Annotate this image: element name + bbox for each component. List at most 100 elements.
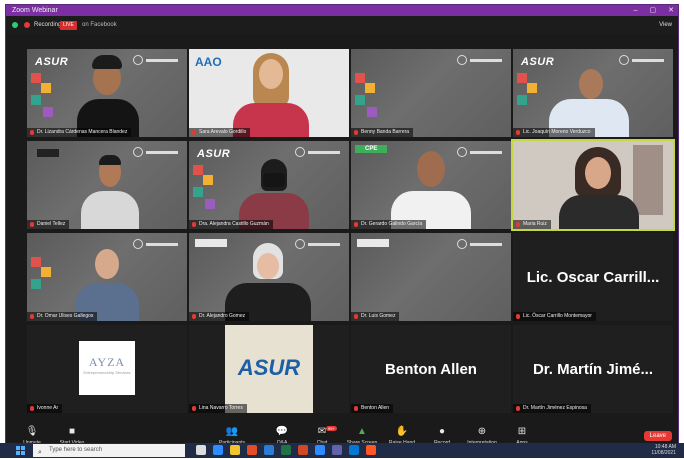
leave-button[interactable]: Leave: [643, 431, 672, 441]
sign-icon: [37, 149, 59, 157]
qa-icon: 💬: [275, 426, 289, 437]
teams-icon[interactable]: [332, 445, 342, 455]
participant-display-name: Lic. Oscar Carrill...: [526, 269, 660, 286]
title-bar: Zoom Webinar – ▢ ✕: [6, 5, 678, 16]
brand-logo-icon: [457, 239, 503, 251]
asur-logo: ASUR: [197, 148, 231, 160]
app-icon[interactable]: [366, 445, 376, 455]
video-tile[interactable]: Lic. Oscar Carrill... Lic. Óscar Carrill…: [513, 233, 673, 321]
muted-mic-icon: [30, 222, 34, 227]
edge-icon[interactable]: [213, 445, 223, 455]
video-tile-active-speaker[interactable]: Maria Ruiz: [511, 139, 675, 231]
taskbar-search-input[interactable]: ⌕ Type here to search: [33, 444, 185, 457]
logo-icon: [195, 239, 227, 247]
ayza-title: AYZA: [88, 355, 126, 369]
participant-video: [225, 241, 311, 321]
participant-name: Ivonne Ar: [27, 404, 63, 413]
participant-display-name: Dr. Martín Jimé...: [532, 361, 654, 378]
muted-mic-icon: [516, 314, 520, 319]
powerpoint-icon[interactable]: [298, 445, 308, 455]
brand-logo-icon: [133, 147, 179, 159]
zoom-icon[interactable]: [315, 445, 325, 455]
chrome-icon[interactable]: [247, 445, 257, 455]
participant-video: [559, 145, 639, 229]
asur-logo: ASUR: [35, 56, 69, 68]
participant-video: [239, 157, 309, 229]
video-tile[interactable]: Dr. Martín Jimé... Dr. Martín Jiménez Es…: [513, 325, 673, 413]
windows-taskbar: ⌕ Type here to search 10:48 AM 11/08/202…: [0, 443, 684, 458]
participant-name: Dr. Gerardo Galindo García: [351, 220, 427, 229]
decoration-icon: [517, 73, 543, 125]
maximize-icon[interactable]: ▢: [650, 5, 657, 16]
asur-logo-panel: ASUR: [225, 325, 313, 413]
video-tile[interactable]: ASUR Lic. Joaquín Moreno Verduzco: [513, 49, 673, 137]
video-tile[interactable]: CPE Dr. Gerardo Galindo García: [351, 141, 511, 229]
excel-icon[interactable]: [281, 445, 291, 455]
participant-video: [75, 247, 139, 321]
muted-mic-icon: [516, 130, 520, 135]
close-icon[interactable]: ✕: [668, 5, 674, 16]
video-tile[interactable]: Benton Allen Benton Allen: [351, 325, 511, 413]
video-tile[interactable]: Dr. Alejandro Gomez: [189, 233, 349, 321]
decoration-icon: [31, 73, 57, 125]
video-tile[interactable]: Benny Banda Barrera: [351, 49, 511, 137]
participant-name: Dr. Omar Ulises Gallegos: [27, 312, 98, 321]
participant-name: Dra. Alejandra Castillo Guzmán: [189, 220, 273, 229]
participant-video: [77, 49, 139, 137]
video-tile[interactable]: AYZA Entrepreneurship Services Ivonne Ar: [27, 325, 187, 413]
apps-icon: ⊞: [517, 426, 527, 437]
clock-date: 11/08/2021: [651, 450, 676, 456]
cpe-logo: CPE: [355, 145, 388, 153]
live-badge[interactable]: LIVE: [60, 21, 77, 30]
muted-mic-icon: [192, 406, 196, 411]
muted-mic-icon: [30, 130, 34, 135]
shield-icon[interactable]: [12, 22, 18, 28]
file-explorer-icon[interactable]: [230, 445, 240, 455]
outlook-icon[interactable]: [349, 445, 359, 455]
video-tile[interactable]: Dr. Omar Ulises Gallegos: [27, 233, 187, 321]
participant-name: Dr. Luis Gomez: [351, 312, 400, 321]
muted-mic-icon: [516, 222, 520, 227]
recording-label: Recording: [34, 22, 62, 28]
zoom-window: Zoom Webinar – ▢ ✕ Recording LIVE on Fac…: [5, 4, 679, 452]
participant-video: [233, 49, 309, 137]
muted-mic-icon: [30, 406, 34, 411]
decoration-icon: [31, 257, 57, 309]
muted-mic-icon: [192, 222, 196, 227]
ayza-subtitle: Entrepreneurship Services: [83, 370, 131, 375]
video-tile[interactable]: AAO Sara Arevalo Gordillo: [189, 49, 349, 137]
word-icon[interactable]: [264, 445, 274, 455]
asur-big-logo: ASUR: [237, 355, 301, 380]
recording-icon: [24, 22, 30, 28]
decoration-icon: [193, 165, 219, 217]
logo-icon: [357, 239, 389, 247]
windows-start-icon[interactable]: [16, 446, 25, 455]
video-tile[interactable]: ASUR Dr. Lizandra Cárdenas Mancera Bland…: [27, 49, 187, 137]
view-button[interactable]: View: [659, 16, 672, 34]
video-tile[interactable]: ASUR Lina Navarro Torres: [189, 325, 349, 413]
minimize-icon[interactable]: –: [634, 5, 638, 16]
video-tile[interactable]: Daniel Tellez: [27, 141, 187, 229]
system-tray[interactable]: 10:48 AM 11/08/2021: [651, 444, 676, 456]
video-tile[interactable]: Dr. Luis Gomez: [351, 233, 511, 321]
muted-mic-icon: [354, 222, 358, 227]
participant-name: Maria Ruiz: [513, 220, 551, 229]
participant-name: Lic. Joaquín Moreno Verduzco: [513, 128, 595, 137]
video-tile[interactable]: ASUR Dra. Alejandra Castillo Guzmán: [189, 141, 349, 229]
brand-logo-icon: [133, 55, 179, 67]
muted-mic-icon: [354, 314, 358, 319]
participant-video: [549, 65, 629, 137]
brand-logo-icon: [457, 55, 503, 67]
record-icon: ●: [438, 426, 446, 437]
task-view-icon[interactable]: [196, 445, 206, 455]
participant-name: Daniel Tellez: [27, 220, 70, 229]
muted-mic-icon: [192, 130, 196, 135]
participants-icon: 👥: [225, 426, 239, 437]
participant-display-name: Benton Allen: [385, 361, 477, 378]
participant-name: Benny Banda Barrera: [351, 128, 414, 137]
participant-video: [81, 153, 139, 229]
participant-name: Benton Allen: [351, 404, 394, 413]
window-title: Zoom Webinar: [12, 7, 58, 14]
muted-mic-icon: [354, 406, 358, 411]
hand-icon: ✋: [395, 426, 409, 437]
